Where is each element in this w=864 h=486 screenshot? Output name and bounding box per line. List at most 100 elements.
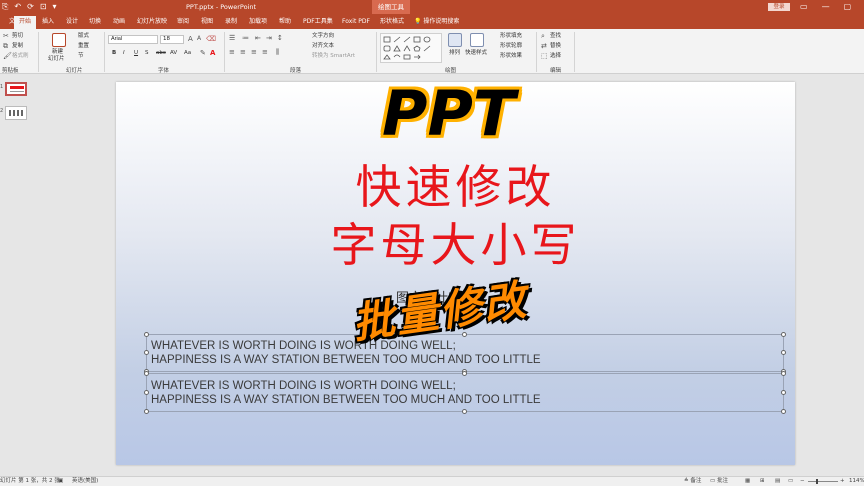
new-slide-icon[interactable] <box>52 33 66 47</box>
normal-view-icon[interactable]: ▦ <box>745 477 750 486</box>
shape-fill-button[interactable]: 形状填充 <box>500 32 522 40</box>
convert-smartart-button[interactable]: 转换为 SmartArt <box>312 52 355 60</box>
redo-icon[interactable]: ⟳ <box>27 2 34 12</box>
layout-button[interactable]: 版式 <box>78 32 89 40</box>
shape-outline-button[interactable]: 形状轮廓 <box>500 42 522 50</box>
spellcheck-icon[interactable]: ▣ <box>58 477 63 486</box>
customize-qat-icon[interactable]: ▾ <box>53 2 57 12</box>
zoom-level[interactable]: 114% <box>849 477 864 486</box>
tab-insert[interactable]: 插入 <box>42 17 54 27</box>
decrease-indent-icon[interactable]: ⇤ <box>255 34 261 42</box>
scissors-icon[interactable]: ✂ <box>3 32 9 40</box>
slide-sorter-icon[interactable]: ⊞ <box>760 477 765 486</box>
reading-view-icon[interactable]: ▤ <box>775 477 780 486</box>
zoom-in-icon[interactable]: + <box>840 477 845 486</box>
tab-home[interactable]: 开始 <box>14 16 37 29</box>
line-spacing-icon[interactable]: ↕ <box>277 34 283 42</box>
resize-handle[interactable] <box>781 350 786 355</box>
tab-shape-format[interactable]: 形状格式 <box>380 17 404 27</box>
text-box-2[interactable]: WHATEVER IS WORTH DOING IS WORTH DOING W… <box>144 371 786 414</box>
select-icon[interactable]: ⬚ <box>541 52 548 60</box>
select-button[interactable]: 选择 <box>550 52 561 60</box>
minimize-icon[interactable]: — <box>822 1 830 13</box>
text-direction-button[interactable]: 文字方向 <box>312 32 334 40</box>
tab-pdf-tools[interactable]: PDF工具集 <box>303 17 333 27</box>
increase-indent-icon[interactable]: ⇥ <box>266 34 272 42</box>
tab-addins[interactable]: 加载项 <box>249 17 267 27</box>
font-color-icon[interactable]: A <box>210 49 215 57</box>
slide-title-line-2[interactable]: 字母大小写 <box>116 218 795 272</box>
slide-thumbnail-1[interactable] <box>5 82 27 96</box>
arrange-icon[interactable] <box>448 33 462 47</box>
find-icon[interactable]: ⌕ <box>541 32 545 40</box>
resize-handle[interactable] <box>781 409 786 414</box>
zoom-slider-thumb[interactable] <box>816 479 818 484</box>
resize-handle[interactable] <box>462 409 467 414</box>
slide-thumbnail-2[interactable] <box>5 106 27 120</box>
align-text-button[interactable]: 对齐文本 <box>312 42 334 50</box>
tab-review[interactable]: 审阅 <box>177 17 189 27</box>
shape-effects-button[interactable]: 形状效果 <box>500 52 522 60</box>
resize-handle[interactable] <box>144 371 149 376</box>
tab-record[interactable]: 录制 <box>225 17 237 27</box>
save-icon[interactable]: ⎘ <box>2 2 8 12</box>
notes-button[interactable]: ≙ 备注 <box>684 477 701 486</box>
tab-animations[interactable]: 动画 <box>113 17 125 27</box>
columns-icon[interactable]: ⫼ <box>276 48 279 56</box>
bullets-icon[interactable]: ☰ <box>229 34 235 42</box>
bold-button[interactable]: B <box>112 49 116 57</box>
italic-button[interactable]: I <box>123 49 125 57</box>
copy-icon[interactable]: ⧉ <box>3 42 8 50</box>
resize-handle[interactable] <box>781 332 786 337</box>
resize-handle[interactable] <box>144 332 149 337</box>
shapes-gallery[interactable] <box>380 33 442 63</box>
quick-styles-icon[interactable] <box>470 33 484 47</box>
resize-handle[interactable] <box>144 350 149 355</box>
character-spacing-button[interactable]: AV <box>170 49 177 57</box>
align-left-icon[interactable]: ≡ <box>229 48 235 56</box>
copy-button[interactable]: 复制 <box>12 42 23 50</box>
tab-design[interactable]: 设计 <box>66 17 78 27</box>
shadow-button[interactable]: S <box>145 49 149 57</box>
login-button[interactable]: 登录 <box>768 3 790 11</box>
clear-format-icon[interactable]: ⌫ <box>206 35 216 43</box>
resize-handle[interactable] <box>781 371 786 376</box>
quick-styles-button[interactable]: 快速样式 <box>465 49 487 57</box>
format-painter-button[interactable]: 格式刷 <box>12 52 29 60</box>
shrink-font-icon[interactable]: A <box>197 35 201 43</box>
font-size-select[interactable]: 18 <box>160 35 184 44</box>
reset-button[interactable]: 重置 <box>78 42 89 50</box>
align-center-icon[interactable]: ≡ <box>240 48 246 56</box>
resize-handle[interactable] <box>144 390 149 395</box>
format-painter-icon[interactable]: 🖌 <box>3 52 12 60</box>
cut-button[interactable]: 剪切 <box>12 32 23 40</box>
tab-foxit-pdf[interactable]: Foxit PDF <box>342 17 370 27</box>
slide-title-line-1[interactable]: 快速修改 <box>116 160 795 214</box>
highlight-icon[interactable]: ✎ <box>200 49 206 57</box>
tab-view[interactable]: 视图 <box>201 17 213 27</box>
font-name-select[interactable]: Arial <box>108 35 158 44</box>
slideshow-view-icon[interactable]: ▭ <box>788 477 793 486</box>
justify-icon[interactable]: ≡ <box>262 48 268 56</box>
text-box-1[interactable]: WHATEVER IS WORTH DOING IS WORTH DOING W… <box>144 332 786 374</box>
align-right-icon[interactable]: ≡ <box>251 48 257 56</box>
underline-button[interactable]: U <box>134 49 138 57</box>
strikethrough-button[interactable]: abc <box>156 49 166 57</box>
tab-help[interactable]: 帮助 <box>279 17 291 27</box>
numbering-icon[interactable]: ≔ <box>242 34 249 42</box>
grow-font-icon[interactable]: A <box>188 35 193 43</box>
slide-canvas[interactable]: PPT 快速修改 字母大小写 图文设计师东东 WHATEVER IS WORTH… <box>116 82 795 465</box>
resize-handle[interactable] <box>781 390 786 395</box>
present-icon[interactable]: ⊡ <box>40 2 47 12</box>
tab-transitions[interactable]: 切换 <box>89 17 101 27</box>
replace-icon[interactable]: ⇄ <box>541 42 547 50</box>
tab-slideshow[interactable]: 幻灯片放映 <box>137 17 167 27</box>
arrange-button[interactable]: 排列 <box>449 49 460 57</box>
maximize-icon[interactable]: ▢ <box>844 1 852 13</box>
replace-button[interactable]: 替换 <box>550 42 561 50</box>
resize-handle[interactable] <box>462 371 467 376</box>
comments-button[interactable]: ▭ 批注 <box>710 477 728 486</box>
resize-handle[interactable] <box>144 409 149 414</box>
section-button[interactable]: 节 <box>78 52 84 60</box>
change-case-button[interactable]: Aa <box>184 49 191 57</box>
